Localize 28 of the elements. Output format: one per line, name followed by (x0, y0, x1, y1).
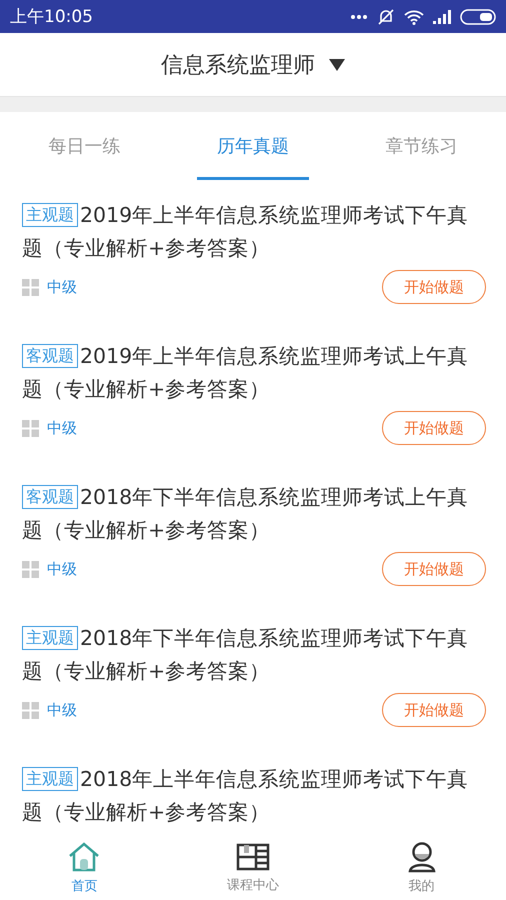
home-icon (67, 841, 102, 873)
level-label: 中级 (47, 278, 78, 296)
paper-title: 主观题 2018年上半年信息系统监理师考试下午真题（专业解析+参考答案） (22, 766, 470, 826)
start-button[interactable]: 开始做题 (382, 693, 486, 727)
user-icon (406, 841, 437, 873)
paper-title: 客观题 2019年上半年信息系统监理师考试上午真题（专业解析+参考答案） (22, 343, 470, 403)
battery-icon (460, 8, 496, 24)
grid-icon (22, 702, 39, 718)
book-icon (236, 842, 270, 872)
paper-title: 客观题 2018年下半年信息系统监理师考试上午真题（专业解析+参考答案） (22, 484, 470, 544)
paper-title: 主观题 2019年上半年信息系统监理师考试下午真题（专业解析+参考答案） (22, 202, 470, 262)
level-label: 中级 (47, 700, 78, 720)
level-label: 中级 (47, 418, 78, 438)
grid-icon (22, 278, 39, 296)
grid-icon (22, 420, 39, 436)
paper-title: 主观题 2018年下半年信息系统监理师考试下午真题（专业解析+参考答案） (22, 625, 470, 685)
wifi-icon (404, 8, 424, 24)
start-button[interactable]: 开始做题 (382, 270, 486, 304)
status-time: 上午10:05 (10, 6, 93, 28)
signal-icon (433, 10, 451, 24)
dropdown-caret-icon[interactable] (329, 58, 345, 70)
mute-icon (377, 8, 395, 26)
page-title: 信息系统监理师 (161, 52, 315, 80)
start-button[interactable]: 开始做题 (382, 411, 486, 445)
level-label: 中级 (47, 560, 78, 578)
start-button[interactable]: 开始做题 (382, 552, 486, 586)
more-icon (350, 14, 368, 20)
grid-icon (22, 560, 39, 578)
